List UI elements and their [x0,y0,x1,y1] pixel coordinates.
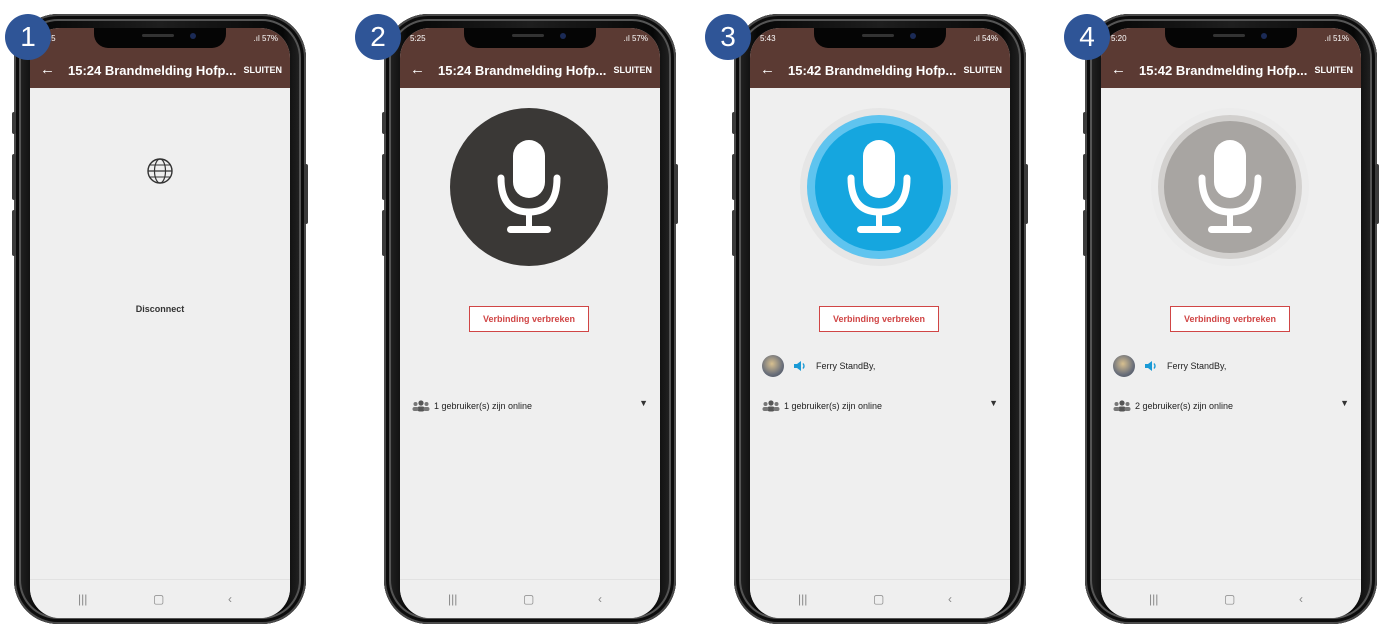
online-count: 1 gebruiker(s) zijn online [784,401,883,411]
notch [464,28,596,48]
side-button [304,164,308,224]
step-badge: 4 [1064,14,1110,60]
users-group-icon [762,400,780,412]
phone-screen: 5:25 .ıl 57% ← 15:24 Brandmelding Hofp..… [400,28,660,618]
caret-down-icon[interactable]: ▼ [989,398,998,408]
battery-level: .ıl 51% [1324,34,1349,43]
phone-screen: 5:20 .ıl 51% ← 15:42 Brandmelding Hofp..… [1101,28,1361,618]
step-badge: 3 [705,14,751,60]
side-button [1083,112,1087,134]
system-nav-bar: ||| ▢ ‹ [30,579,290,618]
side-button [1083,210,1087,256]
disconnect-button[interactable]: Verbinding verbreken [819,306,939,332]
step-badge: 1 [5,14,51,60]
online-count: 1 gebruiker(s) zijn online [434,401,533,411]
speaker-icon [794,361,805,371]
status-time: 5:20 [1111,34,1127,43]
side-button [674,164,678,224]
back-nav-icon[interactable]: ‹ [948,592,952,606]
speaker-icon [1145,361,1156,371]
side-button [1024,164,1028,224]
side-button [382,154,386,200]
side-button [382,112,386,134]
microphone-button[interactable] [800,108,958,266]
system-nav-bar: ||| ▢ ‹ [1101,579,1361,618]
page-title: 15:42 Brandmelding Hofp... [788,63,957,78]
notch [94,28,226,48]
battery-level: .ıl 57% [623,34,648,43]
phone-screen: 5:25 .ıl 57% ← 15:24 Brandmelding Hofp..… [30,28,290,618]
users-group-icon [1113,400,1131,412]
recents-icon[interactable]: ||| [798,592,807,606]
online-count: 2 gebruiker(s) zijn online [1135,401,1234,411]
side-button [382,210,386,256]
page-title: 15:42 Brandmelding Hofp... [1139,63,1308,78]
caret-down-icon[interactable]: ▼ [1340,398,1349,408]
arrow-left-icon[interactable]: ← [40,61,55,78]
notch [814,28,946,48]
page-title: 15:24 Brandmelding Hofp... [438,63,607,78]
disconnect-button[interactable]: Verbinding verbreken [1170,306,1290,332]
phone-4: 5:20 .ıl 51% ← 15:42 Brandmelding Hofp..… [1064,14,1379,624]
home-icon[interactable]: ▢ [873,592,884,606]
arrow-left-icon[interactable]: ← [410,61,425,78]
microphone-button[interactable] [450,108,608,266]
page-title: 15:24 Brandmelding Hofp... [68,63,237,78]
phone-3: 5:43 .ıl 54% ← 15:42 Brandmelding Hofp..… [705,14,1028,624]
status-bar: 5:20 .ıl 51% [1101,28,1361,54]
caret-down-icon[interactable]: ▼ [639,398,648,408]
recents-icon[interactable]: ||| [78,592,87,606]
home-icon[interactable]: ▢ [1224,592,1235,606]
side-button [1083,154,1087,200]
home-icon[interactable]: ▢ [153,592,164,606]
status-time: 5:43 [760,34,776,43]
back-nav-icon[interactable]: ‹ [598,592,602,606]
phone-2: 5:25 .ıl 57% ← 15:24 Brandmelding Hofp..… [355,14,678,624]
status-time: 5:25 [410,34,426,43]
user-name: Ferry StandBy, [1167,361,1227,371]
battery-level: .ıl 54% [973,34,998,43]
system-nav-bar: ||| ▢ ‹ [750,579,1010,618]
app-bar: ← 15:42 Brandmelding Hofp... SLUITEN [750,54,1010,88]
close-button[interactable]: SLUITEN [1314,65,1353,75]
recents-icon[interactable]: ||| [1149,592,1158,606]
status-bar: 5:25 .ıl 57% [400,28,660,54]
close-button[interactable]: SLUITEN [613,65,652,75]
microphone-button[interactable] [1151,108,1309,266]
close-button[interactable]: SLUITEN [243,65,282,75]
user-name: Ferry StandBy, [816,361,876,371]
side-button [732,210,736,256]
side-button [12,210,16,256]
disconnect-text: Disconnect [135,304,185,314]
notch [1165,28,1297,48]
side-button [732,112,736,134]
system-nav-bar: ||| ▢ ‹ [400,579,660,618]
side-button [12,112,16,134]
close-button[interactable]: SLUITEN [963,65,1002,75]
avatar [1113,355,1135,377]
app-bar: ← 15:42 Brandmelding Hofp... SLUITEN [1101,54,1361,88]
phone-screen: 5:43 .ıl 54% ← 15:42 Brandmelding Hofp..… [750,28,1010,618]
app-bar: ← 15:24 Brandmelding Hofp... SLUITEN [30,54,290,88]
back-nav-icon[interactable]: ‹ [228,592,232,606]
home-icon[interactable]: ▢ [523,592,534,606]
users-group-icon [412,400,430,412]
side-button [732,154,736,200]
step-badge: 2 [355,14,401,60]
app-bar: ← 15:24 Brandmelding Hofp... SLUITEN [400,54,660,88]
side-button [1375,164,1379,224]
disconnect-button[interactable]: Verbinding verbreken [469,306,589,332]
battery-level: .ıl 57% [253,34,278,43]
globe-icon [147,158,173,184]
side-button [12,154,16,200]
phone-1: 5:25 .ıl 57% ← 15:24 Brandmelding Hofp..… [5,14,308,624]
back-nav-icon[interactable]: ‹ [1299,592,1303,606]
status-bar: 5:43 .ıl 54% [750,28,1010,54]
arrow-left-icon[interactable]: ← [760,61,775,78]
recents-icon[interactable]: ||| [448,592,457,606]
status-bar: 5:25 .ıl 57% [30,28,290,54]
avatar [762,355,784,377]
arrow-left-icon[interactable]: ← [1111,61,1126,78]
